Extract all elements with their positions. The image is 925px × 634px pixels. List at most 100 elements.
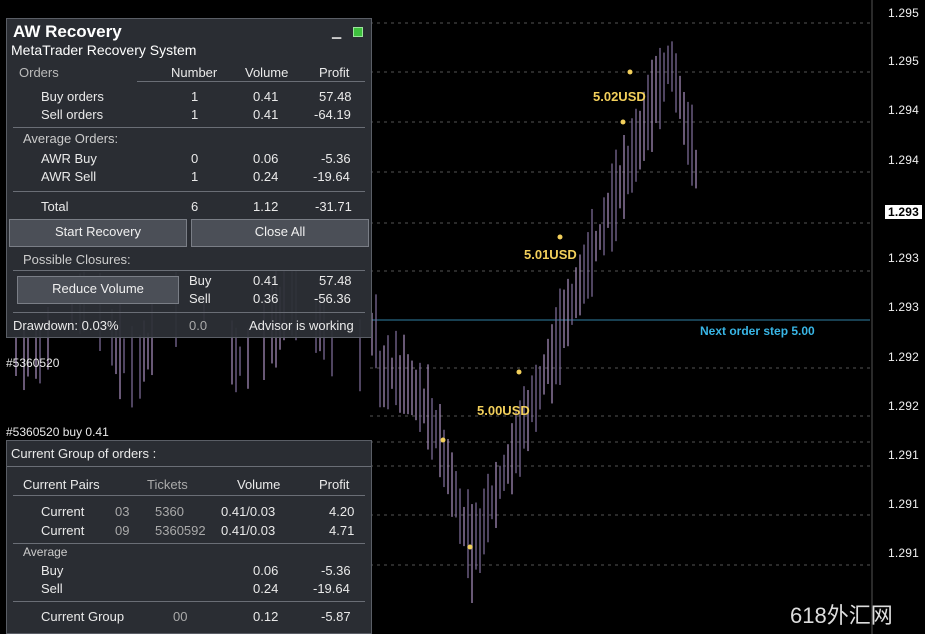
header-profit: Profit [319, 65, 350, 80]
profit-label: 5.01USD [524, 247, 577, 262]
panel-title: AW Recovery [13, 22, 122, 41]
next-order-label: Next order step 5.00 [700, 324, 815, 338]
row-volume: 0.41/0.03 [221, 523, 276, 538]
row-profit: -19.64 [313, 169, 350, 184]
row-ticket: 03 [115, 504, 130, 519]
divider [13, 495, 365, 496]
row-volume: 0.41 [253, 107, 279, 122]
drawdown-pct: 0.0 [189, 318, 208, 333]
divider [13, 191, 365, 192]
total-number: 6 [191, 199, 199, 214]
row-profit: -5.36 [321, 563, 351, 578]
close-all-button[interactable]: Close All [191, 219, 369, 247]
recovery-panel: AW Recovery MetaTrader Recovery System ▁… [6, 18, 372, 338]
row-label: AWR Buy [41, 151, 97, 166]
closure-row: Sell 0.36 -56.36 [7, 291, 371, 309]
row-volume: 0.36 [253, 291, 279, 306]
group-heading: Current Group of orders : [7, 446, 371, 464]
header-pairs: Current Pairs [23, 477, 100, 492]
row-volume: 0.41 [253, 89, 279, 104]
row-volume: 0.06 [253, 151, 279, 166]
row-ticket: 5360592 [155, 523, 206, 538]
header-volume: Volume [237, 477, 281, 492]
row-label: Sell [41, 581, 63, 596]
panel-subtitle: MetaTrader Recovery System [11, 42, 197, 58]
row-ticket: 5360 [155, 504, 184, 519]
row-label: AWR Sell [41, 169, 97, 184]
profit-label: 5.00USD [477, 403, 530, 418]
group-ticket: 00 [173, 609, 188, 624]
row-label: Buy [41, 563, 64, 578]
divider [13, 270, 365, 271]
row-label: Buy orders [41, 89, 104, 104]
header-tickets: Tickets [147, 477, 188, 492]
minimize-icon[interactable]: ▁ [332, 25, 341, 39]
group-heading-text: Current Group of orders : [11, 446, 157, 461]
table-row: AWR Sell 1 0.24 -19.64 [7, 169, 371, 187]
divider [13, 312, 365, 313]
price-label: 1.294 [887, 153, 919, 167]
total-label: Total [41, 199, 69, 214]
price-label: 1.295 [887, 54, 919, 68]
entry-marker [627, 69, 633, 75]
divider [13, 543, 365, 544]
row-number: 1 [191, 169, 199, 184]
current-price-label: 1.293 [884, 205, 922, 219]
price-label: 1.293 [887, 251, 919, 265]
current-group-panel: Current Group of orders : Current Pairs … [6, 440, 372, 634]
row-volume: 0.06 [253, 563, 279, 578]
row-label: Current [41, 523, 85, 538]
table-row: Current 09 5360592 0.41/0.03 4.71 [7, 523, 371, 541]
row-profit: 4.20 [329, 504, 355, 519]
row-number: 1 [191, 107, 199, 122]
closure-row: Buy 0.41 57.48 [7, 273, 371, 291]
avg-heading-text: Average Orders: [23, 131, 119, 146]
start-recovery-button[interactable]: Start Recovery [9, 219, 187, 247]
row-volume: 0.24 [253, 169, 279, 184]
watermark: 618外汇网 [790, 603, 893, 628]
header-volume: Volume [245, 65, 289, 80]
maximize-icon[interactable] [353, 27, 363, 37]
table-row: AWR Buy 0 0.06 -5.36 [7, 151, 371, 169]
row-volume: 0.24 [253, 581, 279, 596]
order-ticket-label: #5360520 [6, 356, 60, 370]
group-profit: -5.87 [321, 609, 351, 624]
order-ticket-label: #5360520 buy 0.41 [6, 425, 109, 439]
closures-heading-text: Possible Closures: [23, 252, 131, 267]
price-label: 1.291 [887, 497, 919, 511]
closures-heading: Possible Closures: [7, 252, 371, 270]
row-profit: 4.71 [329, 523, 355, 538]
divider [13, 601, 365, 602]
total-row: Total 6 1.12 -31.71 [7, 199, 371, 217]
row-number: 1 [191, 89, 199, 104]
row-number: 0 [191, 151, 199, 166]
row-volume: 0.41 [253, 273, 279, 288]
divider [7, 466, 371, 467]
price-label: 1.294 [887, 103, 919, 117]
header-profit: Profit [319, 477, 350, 492]
price-label: 1.291 [887, 546, 919, 560]
table-row: Buy orders 1 0.41 57.48 [7, 89, 371, 107]
advisor-status: Advisor is working [249, 318, 354, 333]
group-header: Current Pairs Tickets Volume Profit [7, 477, 371, 495]
group-volume: 0.12 [253, 609, 279, 624]
row-profit: -64.19 [314, 107, 351, 122]
price-label: 1.291 [887, 448, 919, 462]
group-label: Current Group [41, 609, 125, 624]
profit-label: 5.02USD [593, 89, 646, 104]
entry-marker [440, 437, 446, 443]
price-label: 1.292 [887, 350, 919, 364]
price-label: 1.292 [887, 399, 919, 413]
divider [137, 81, 365, 82]
row-label: Sell [189, 291, 211, 306]
avg-heading: Average Orders: [7, 131, 371, 149]
table-row: Buy 0.06 -5.36 [7, 563, 371, 581]
row-ticket: 09 [115, 523, 130, 538]
row-volume: 0.41/0.03 [221, 504, 276, 519]
header-orders: Orders [19, 65, 59, 80]
table-row: Sell 0.24 -19.64 [7, 581, 371, 599]
row-label: Current [41, 504, 85, 519]
price-label: 1.293 [887, 300, 919, 314]
table-row: Current 03 5360 0.41/0.03 4.20 [7, 504, 371, 522]
group-total-row: Current Group 00 0.12 -5.87 [7, 609, 371, 627]
